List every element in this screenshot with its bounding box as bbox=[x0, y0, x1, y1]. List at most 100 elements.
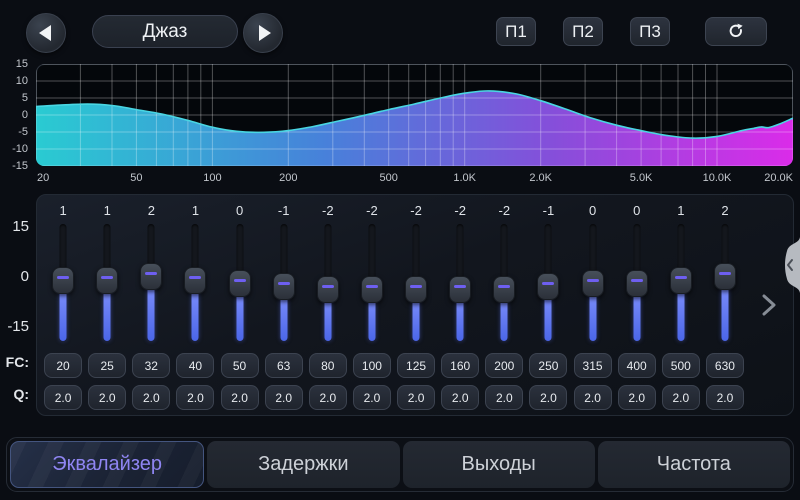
slider-thumb[interactable] bbox=[405, 276, 427, 303]
band-q-button[interactable]: 2.0 bbox=[132, 385, 170, 410]
band-q-button[interactable]: 2.0 bbox=[176, 385, 214, 410]
band-gain-value: 0 bbox=[589, 200, 596, 222]
band-gain-slider[interactable] bbox=[492, 222, 516, 344]
band-q-button[interactable]: 2.0 bbox=[353, 385, 391, 410]
band-gain-value: -2 bbox=[366, 200, 378, 222]
preset-memory-3-button[interactable]: П3 bbox=[630, 17, 670, 46]
eq-band: 2 630 2.0 bbox=[703, 200, 747, 411]
band-q-button[interactable]: 2.0 bbox=[221, 385, 259, 410]
eq-band: -2 200 2.0 bbox=[482, 200, 526, 411]
slider-thumb[interactable] bbox=[273, 273, 295, 300]
slider-thumb[interactable] bbox=[714, 263, 736, 290]
slider-fill bbox=[633, 291, 640, 342]
band-q-button[interactable]: 2.0 bbox=[574, 385, 612, 410]
slider-axis-labels: 15 0 -15 FC: Q: bbox=[0, 194, 32, 416]
band-q-button[interactable]: 2.0 bbox=[88, 385, 126, 410]
band-fc-button[interactable]: 80 bbox=[309, 353, 347, 378]
slider-thumb[interactable] bbox=[317, 276, 339, 303]
band-gain-slider[interactable] bbox=[669, 222, 693, 344]
eq-band: -1 63 2.0 bbox=[262, 200, 306, 411]
slider-thumb[interactable] bbox=[96, 267, 118, 294]
band-gain-slider[interactable] bbox=[316, 222, 340, 344]
y-tick-label: 10 bbox=[0, 75, 28, 87]
band-gain-slider[interactable] bbox=[581, 222, 605, 344]
slider-thumb[interactable] bbox=[670, 267, 692, 294]
slider-thumb[interactable] bbox=[361, 276, 383, 303]
side-drawer-handle[interactable] bbox=[778, 237, 800, 293]
band-q-button[interactable]: 2.0 bbox=[397, 385, 435, 410]
band-q-button[interactable]: 2.0 bbox=[441, 385, 479, 410]
x-tick-label: 20 bbox=[37, 172, 49, 184]
band-fc-button[interactable]: 630 bbox=[706, 353, 744, 378]
band-q-button[interactable]: 2.0 bbox=[44, 385, 82, 410]
prev-preset-button[interactable] bbox=[26, 13, 66, 53]
band-fc-button[interactable]: 500 bbox=[662, 353, 700, 378]
band-q-button[interactable]: 2.0 bbox=[265, 385, 303, 410]
reset-button[interactable] bbox=[705, 17, 767, 46]
x-tick-label: 100 bbox=[203, 172, 221, 184]
band-gain-slider[interactable] bbox=[448, 222, 472, 344]
band-gain-slider[interactable] bbox=[272, 222, 296, 344]
band-gain-slider[interactable] bbox=[360, 222, 384, 344]
slider-thumb[interactable] bbox=[140, 263, 162, 290]
band-q-button[interactable]: 2.0 bbox=[529, 385, 567, 410]
band-gain-slider[interactable] bbox=[51, 222, 75, 344]
band-gain-slider[interactable] bbox=[536, 222, 560, 344]
band-gain-value: -1 bbox=[278, 200, 290, 222]
band-fc-button[interactable]: 125 bbox=[397, 353, 435, 378]
band-fc-button[interactable]: 400 bbox=[618, 353, 656, 378]
band-gain-slider[interactable] bbox=[625, 222, 649, 344]
band-fc-button[interactable]: 40 bbox=[176, 353, 214, 378]
band-fc-button[interactable]: 50 bbox=[221, 353, 259, 378]
band-fc-button[interactable]: 315 bbox=[574, 353, 612, 378]
band-q-button[interactable]: 2.0 bbox=[662, 385, 700, 410]
band-gain-value: 2 bbox=[148, 200, 155, 222]
band-fc-button[interactable]: 63 bbox=[265, 353, 303, 378]
slider-fill bbox=[324, 297, 331, 341]
band-gain-slider[interactable] bbox=[228, 222, 252, 344]
band-fc-button[interactable]: 160 bbox=[441, 353, 479, 378]
band-gain-slider[interactable] bbox=[713, 222, 737, 344]
preset-memory-1-button[interactable]: П1 bbox=[496, 17, 536, 46]
next-preset-button[interactable] bbox=[243, 13, 283, 53]
band-fc-button[interactable]: 25 bbox=[88, 353, 126, 378]
band-gain-slider[interactable] bbox=[183, 222, 207, 344]
band-fc-button[interactable]: 20 bbox=[44, 353, 82, 378]
tab-delays[interactable]: Задержки bbox=[207, 441, 399, 488]
slider-thumb[interactable] bbox=[537, 273, 559, 300]
band-fc-button[interactable]: 250 bbox=[529, 353, 567, 378]
eq-band: 1 500 2.0 bbox=[659, 200, 703, 411]
slider-thumb[interactable] bbox=[582, 270, 604, 297]
q-row-label: Q: bbox=[0, 386, 29, 402]
tab-frequency[interactable]: Частота bbox=[598, 441, 790, 488]
slider-thumb[interactable] bbox=[229, 270, 251, 297]
band-q-button[interactable]: 2.0 bbox=[309, 385, 347, 410]
slider-thumb[interactable] bbox=[184, 267, 206, 294]
tab-outputs-label: Выходы bbox=[462, 453, 536, 476]
slider-scale-zero: 0 bbox=[0, 268, 29, 285]
band-gain-slider[interactable] bbox=[139, 222, 163, 344]
slider-thumb[interactable] bbox=[52, 267, 74, 294]
tab-equalizer[interactable]: Эквалайзер bbox=[10, 441, 204, 488]
tab-frequency-label: Частота bbox=[657, 453, 731, 476]
band-q-button[interactable]: 2.0 bbox=[706, 385, 744, 410]
preset-memory-2-button[interactable]: П2 bbox=[563, 17, 603, 46]
band-q-button[interactable]: 2.0 bbox=[618, 385, 656, 410]
band-fc-button[interactable]: 32 bbox=[132, 353, 170, 378]
band-gain-slider[interactable] bbox=[95, 222, 119, 344]
band-gain-slider[interactable] bbox=[404, 222, 428, 344]
memory-1-label: П1 bbox=[505, 22, 527, 42]
eq-curve-chart: 20501002005001.0K2.0K5.0K10.0K20.0K bbox=[36, 64, 793, 188]
thumb-indicator bbox=[498, 285, 510, 288]
band-fc-button[interactable]: 200 bbox=[485, 353, 523, 378]
slider-thumb[interactable] bbox=[626, 270, 648, 297]
band-q-button[interactable]: 2.0 bbox=[485, 385, 523, 410]
slider-fill bbox=[457, 297, 464, 341]
tab-outputs[interactable]: Выходы bbox=[403, 441, 595, 488]
preset-selector[interactable]: Джаз bbox=[92, 15, 238, 48]
slider-thumb[interactable] bbox=[449, 276, 471, 303]
slider-fill bbox=[721, 284, 728, 341]
more-bands-button[interactable] bbox=[757, 291, 781, 319]
slider-thumb[interactable] bbox=[493, 276, 515, 303]
band-fc-button[interactable]: 100 bbox=[353, 353, 391, 378]
